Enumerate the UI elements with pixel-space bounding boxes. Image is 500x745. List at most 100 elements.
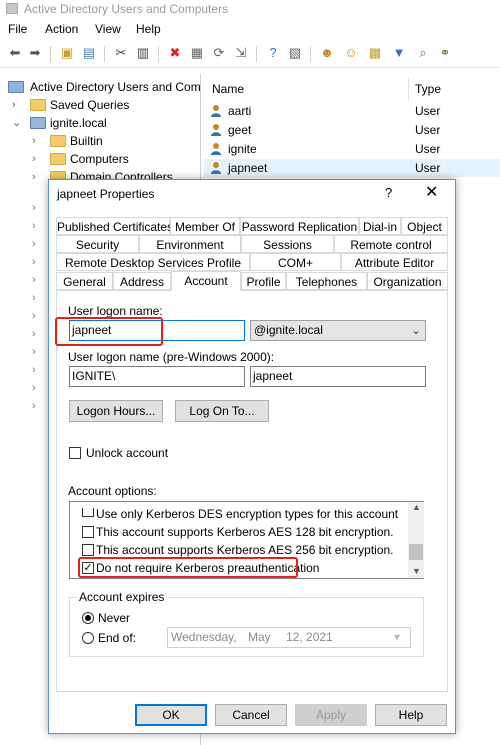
apply-button[interactable]: Apply <box>295 704 367 726</box>
chevron-down-icon[interactable]: ⌄ <box>12 114 21 132</box>
unlock-account-label: Unlock account <box>86 446 169 460</box>
filter-icon[interactable]: ▼ <box>390 44 408 62</box>
console-tree-icon[interactable]: ▧ <box>286 44 304 62</box>
log-on-to-button[interactable]: Log On To... <box>175 400 269 422</box>
tab-organization[interactable]: Organization <box>367 272 448 290</box>
option-checkbox[interactable] <box>82 508 94 517</box>
list-item[interactable]: ignite User <box>204 140 500 158</box>
tab-remote-desktop-services-profile[interactable]: Remote Desktop Services Profile <box>56 253 250 271</box>
tab-general[interactable]: General <box>56 272 113 290</box>
tab-address[interactable]: Address <box>113 272 171 290</box>
tab-com-plus[interactable]: COM+ <box>250 253 341 271</box>
pre2000-domain-field: IGNITE\ <box>69 366 245 387</box>
chevron-right-icon[interactable]: › <box>12 96 16 114</box>
tab-security[interactable]: Security <box>56 235 139 253</box>
list-item-selected[interactable]: japneet User <box>204 159 500 177</box>
export-icon[interactable]: ⇲ <box>232 44 250 62</box>
tree-item-domain[interactable]: ⌄ ignite.local <box>12 114 192 132</box>
find-icon[interactable]: ⌕ <box>414 44 432 62</box>
highlight-logon-name <box>55 317 163 346</box>
tab-attribute-editor[interactable]: Attribute Editor <box>341 253 448 271</box>
new-ou-icon[interactable]: ▩ <box>366 44 384 62</box>
column-header-name[interactable]: Name <box>212 82 244 96</box>
dialog-help-button[interactable]: ? <box>385 185 392 200</box>
help-icon[interactable]: ? <box>264 44 282 62</box>
user-icon <box>211 105 221 117</box>
scrollbar[interactable]: ▲ ▼ <box>408 502 424 578</box>
menu-bar: File Action View Help <box>0 20 500 40</box>
forward-arrow-icon[interactable]: ➡ <box>26 44 44 62</box>
chevron-right-icon[interactable]: › <box>32 202 36 214</box>
list-item[interactable]: aarti User <box>204 102 500 120</box>
folder-icon <box>50 135 66 147</box>
add-to-group-icon[interactable]: ⚭ <box>436 44 454 62</box>
help-button[interactable]: Help <box>375 704 447 726</box>
tab-published-certificates[interactable]: Published Certificates <box>56 217 173 235</box>
tab-member-of[interactable]: Member Of <box>170 217 240 235</box>
calendar-dropdown-icon: ▾ <box>394 630 401 644</box>
user-icon <box>211 124 221 136</box>
unlock-account-checkbox[interactable] <box>69 447 81 459</box>
details-view-icon[interactable]: ▤ <box>80 44 98 62</box>
new-user-icon[interactable]: ☻ <box>318 44 336 62</box>
chevron-right-icon[interactable]: › <box>32 220 36 232</box>
delete-icon[interactable]: ✖ <box>166 44 184 62</box>
window-title: Active Directory Users and Computers <box>24 2 229 16</box>
chevron-right-icon[interactable]: › <box>32 238 36 250</box>
tab-remote-control[interactable]: Remote control <box>334 235 448 253</box>
chevron-right-icon[interactable]: › <box>32 346 36 358</box>
chevron-right-icon[interactable]: › <box>32 382 36 394</box>
list-item[interactable]: geet User <box>204 121 500 139</box>
tab-profile[interactable]: Profile <box>241 272 286 290</box>
chevron-right-icon[interactable]: › <box>32 328 36 340</box>
menu-file[interactable]: File <box>8 22 27 36</box>
chevron-right-icon[interactable]: › <box>32 150 36 168</box>
tree-item-computers[interactable]: › Computers <box>32 150 197 168</box>
close-icon[interactable]: ✕ <box>425 182 438 202</box>
chevron-down-icon[interactable]: ⌄ <box>411 321 421 340</box>
menu-help[interactable]: Help <box>136 22 161 36</box>
back-arrow-icon[interactable]: ⬅ <box>6 44 24 62</box>
tree-item-builtin[interactable]: › Builtin <box>32 132 197 150</box>
never-label: Never <box>98 611 131 625</box>
end-of-radio[interactable] <box>82 632 94 644</box>
logon-hours-button[interactable]: Logon Hours... <box>69 400 163 422</box>
cut-icon[interactable]: ✂ <box>112 44 130 62</box>
never-radio[interactable] <box>82 612 94 624</box>
tab-sessions[interactable]: Sessions <box>241 235 334 253</box>
scroll-thumb[interactable] <box>409 544 423 560</box>
tab-object[interactable]: Object <box>401 217 448 235</box>
end-of-label: End of: <box>98 631 137 645</box>
properties-icon[interactable]: ▦ <box>188 44 206 62</box>
refresh-icon[interactable]: ⟳ <box>210 44 228 62</box>
chevron-right-icon[interactable]: › <box>32 400 36 412</box>
tab-account[interactable]: Account <box>171 271 241 291</box>
menu-view[interactable]: View <box>95 22 121 36</box>
clipboard-icon[interactable]: ▥ <box>134 44 152 62</box>
tab-telephones[interactable]: Telephones <box>286 272 367 290</box>
column-header-type[interactable]: Type <box>415 82 441 96</box>
chevron-right-icon[interactable]: › <box>32 310 36 322</box>
chevron-right-icon[interactable]: › <box>32 292 36 304</box>
pre2000-name-input[interactable]: japneet <box>250 366 426 387</box>
scroll-down-icon[interactable]: ▼ <box>412 566 421 576</box>
cancel-button[interactable]: Cancel <box>215 704 287 726</box>
scroll-up-icon[interactable]: ▲ <box>412 502 421 512</box>
folder-up-icon[interactable]: ▣ <box>58 44 76 62</box>
chevron-right-icon[interactable]: › <box>32 132 36 150</box>
chevron-right-icon[interactable]: › <box>32 256 36 268</box>
tab-environment[interactable]: Environment <box>139 235 241 253</box>
chevron-right-icon[interactable]: › <box>32 168 36 180</box>
ok-button[interactable]: OK <box>135 704 207 726</box>
new-group-icon[interactable]: ☺ <box>342 44 360 62</box>
option-checkbox[interactable] <box>82 544 94 556</box>
logon-name-label: User logon name: <box>68 304 163 318</box>
chevron-right-icon[interactable]: › <box>32 274 36 286</box>
domain-suffix-select[interactable]: @ignite.local ⌄ <box>250 320 426 341</box>
tab-dial-in[interactable]: Dial-in <box>359 217 401 235</box>
option-checkbox[interactable] <box>82 526 94 538</box>
tab-password-replication[interactable]: Password Replication <box>240 217 359 235</box>
tree-item-saved-queries[interactable]: › Saved Queries <box>12 96 192 114</box>
chevron-right-icon[interactable]: › <box>32 364 36 376</box>
menu-action[interactable]: Action <box>45 22 78 36</box>
